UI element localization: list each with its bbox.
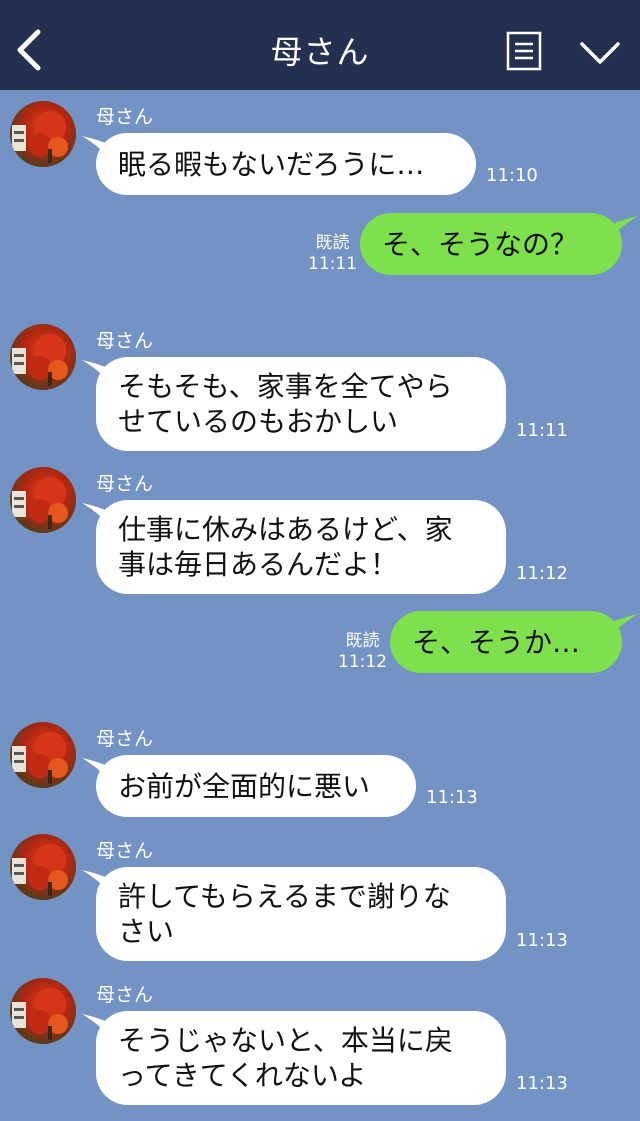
chat-header: 母さん <box>0 0 640 90</box>
message-bubble[interactable]: そうじゃないと、本当に戻 ってきてくれないよ <box>96 1011 506 1105</box>
read-receipt: 既読 11:12 <box>338 631 387 673</box>
message-time: 11:10 <box>486 165 538 186</box>
message-bubble[interactable]: お前が全面的に悪い <box>96 755 416 817</box>
message-text: そ、そうなの？ <box>382 227 579 261</box>
message-text: 眠る暇もないだろうに… <box>118 147 425 181</box>
message-time: 11:12 <box>338 652 387 672</box>
menu-list-icon <box>506 31 542 71</box>
message-bubble-outgoing[interactable]: そ、そうなの？ <box>360 213 622 275</box>
expand-button[interactable] <box>578 38 622 68</box>
message-bubble[interactable]: 眠る暇もないだろうに… <box>96 133 476 195</box>
message-bubble[interactable]: 仕事に休みはあるけど、家 事は毎日あるんだよ！ <box>96 500 506 594</box>
avatar[interactable] <box>10 722 76 788</box>
message-text: そうじゃないと、本当に戻 ってきてくれないよ <box>118 1024 453 1092</box>
sender-name: 母さん <box>96 984 154 1006</box>
avatar[interactable] <box>10 467 76 533</box>
autumn-tree-avatar-icon <box>10 467 76 533</box>
autumn-tree-avatar-icon <box>10 324 76 390</box>
message-text: お前が全面的に悪い <box>118 769 371 803</box>
message-text: そもそも、家事を全てやら せているのもおかしい <box>118 370 453 438</box>
message-time: 11:13 <box>516 1073 568 1094</box>
sender-name: 母さん <box>96 840 154 862</box>
autumn-tree-avatar-icon <box>10 834 76 900</box>
message-time: 11:13 <box>516 930 568 951</box>
sender-name: 母さん <box>96 106 154 128</box>
read-label: 既読 <box>315 233 350 253</box>
message-bubble[interactable]: 許してもらえるまで謝りな さい <box>96 867 506 961</box>
autumn-tree-avatar-icon <box>10 101 76 167</box>
sender-name: 母さん <box>96 728 154 750</box>
message-time: 11:13 <box>426 787 478 808</box>
avatar[interactable] <box>10 978 76 1044</box>
avatar[interactable] <box>10 324 76 390</box>
message-time: 11:12 <box>516 563 568 584</box>
read-label: 既読 <box>345 631 380 651</box>
autumn-tree-avatar-icon <box>10 722 76 788</box>
message-text: そ、そうか… <box>412 625 581 659</box>
message-bubble-outgoing[interactable]: そ、そうか… <box>390 611 622 673</box>
message-time: 11:11 <box>516 420 568 441</box>
message-bubble[interactable]: そもそも、家事を全てやら せているのもおかしい <box>96 357 506 451</box>
avatar[interactable] <box>10 834 76 900</box>
message-time: 11:11 <box>308 254 357 274</box>
chat-title: 母さん <box>270 33 370 71</box>
sender-name: 母さん <box>96 473 154 495</box>
read-receipt: 既読 11:11 <box>308 233 357 275</box>
bubble-tail <box>608 614 638 640</box>
autumn-tree-avatar-icon <box>10 978 76 1044</box>
avatar[interactable] <box>10 101 76 167</box>
message-text: 許してもらえるまで謝りな さい <box>118 880 451 948</box>
menu-button[interactable] <box>506 31 542 71</box>
message-text: 仕事に休みはあるけど、家 事は毎日あるんだよ！ <box>118 513 453 581</box>
sender-name: 母さん <box>96 330 154 352</box>
chevron-down-icon <box>580 42 620 64</box>
bubble-tail <box>608 216 638 242</box>
